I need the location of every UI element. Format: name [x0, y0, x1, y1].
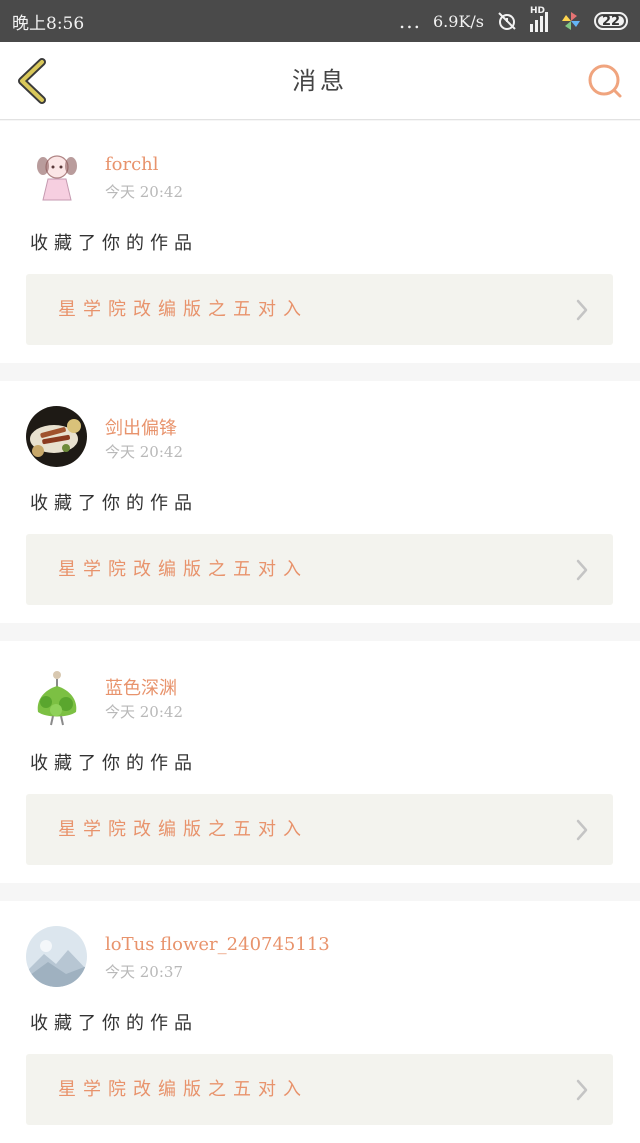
- timestamp: 今天 20:42: [105, 183, 183, 201]
- avatar[interactable]: [26, 406, 87, 467]
- status-right: ... 6.9K/s HD 22: [398, 6, 628, 33]
- page-title: 消息: [292, 67, 348, 95]
- chevron-right-icon: [576, 1079, 588, 1101]
- work-link[interactable]: 星学院改编版之五对入: [26, 794, 613, 865]
- chevron-right-icon: [576, 299, 588, 321]
- hd-label: HD: [530, 6, 546, 16]
- default-mountain-avatar-icon: [26, 926, 87, 987]
- action-text: 收藏了你的作品: [30, 233, 198, 254]
- action-text: 收藏了你的作品: [30, 493, 198, 514]
- action-text: 收藏了你的作品: [30, 753, 198, 774]
- work-title: 星学院改编版之五对入: [58, 819, 308, 840]
- work-title: 星学院改编版之五对入: [58, 1079, 308, 1100]
- search-button[interactable]: [586, 62, 624, 100]
- network-speed: 6.9K/s: [433, 11, 484, 31]
- chevron-right-icon: [576, 819, 588, 841]
- alarm-off-icon: [498, 12, 516, 30]
- green-dress-avatar-icon: [26, 666, 87, 727]
- timestamp: 今天 20:42: [105, 443, 183, 461]
- battery-icon: 22: [594, 12, 628, 30]
- message-card: 蓝色深渊 今天 20:42 收藏了你的作品 星学院改编版之五对入: [0, 641, 640, 883]
- work-title: 星学院改编版之五对入: [58, 299, 308, 320]
- status-left: 晚上8:56: [12, 9, 84, 34]
- work-title: 星学院改编版之五对入: [58, 559, 308, 580]
- food-photo-avatar-icon: [26, 406, 87, 467]
- nav-bar: 消息: [0, 42, 640, 120]
- more-dots-icon: ...: [398, 9, 421, 33]
- search-icon: [588, 64, 622, 98]
- username[interactable]: loTus flower_240745113: [105, 934, 330, 955]
- message-card: loTus flower_240745113 今天 20:37 收藏了你的作品 …: [0, 901, 640, 1143]
- work-link[interactable]: 星学院改编版之五对入: [26, 274, 613, 345]
- avatar[interactable]: [26, 926, 87, 987]
- pinwheel-icon: [562, 12, 580, 30]
- message-card: 剑出偏锋 今天 20:42 收藏了你的作品 星学院改编版之五对入: [0, 381, 640, 623]
- chevron-right-icon: [576, 559, 588, 581]
- work-link[interactable]: 星学院改编版之五对入: [26, 534, 613, 605]
- work-link[interactable]: 星学院改编版之五对入: [26, 1054, 613, 1125]
- username[interactable]: 剑出偏锋: [105, 414, 177, 440]
- username[interactable]: forchl: [105, 154, 159, 175]
- avatar[interactable]: [26, 666, 87, 727]
- battery-level: 22: [601, 13, 621, 29]
- girl-drawing-avatar-icon: [26, 146, 87, 207]
- username[interactable]: 蓝色深渊: [105, 674, 177, 700]
- status-time: 晚上8:56: [12, 13, 85, 34]
- action-text: 收藏了你的作品: [30, 1013, 198, 1034]
- status-bar: 晚上8:56 ... 6.9K/s HD 22: [0, 0, 640, 42]
- timestamp: 今天 20:37: [105, 963, 183, 981]
- signal-icon: HD: [530, 6, 548, 32]
- avatar[interactable]: [26, 146, 87, 207]
- timestamp: 今天 20:42: [105, 703, 183, 721]
- message-card: forchl 今天 20:42 收藏了你的作品 星学院改编版之五对入: [0, 121, 640, 363]
